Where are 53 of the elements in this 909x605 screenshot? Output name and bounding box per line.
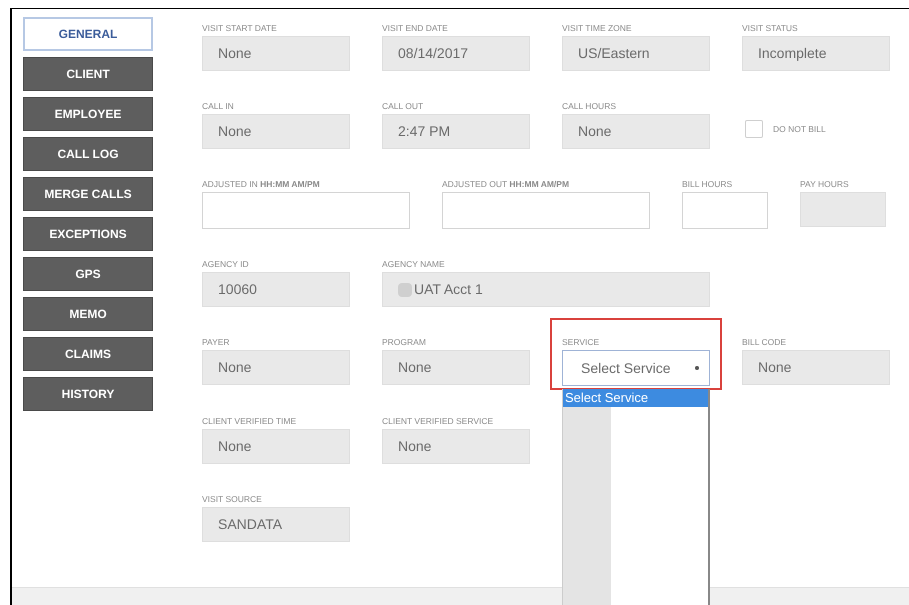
field-label: CALL OUT: [382, 101, 424, 113]
field-value: US/Eastern: [578, 44, 650, 63]
field-label: VISIT STATUS: [742, 23, 799, 35]
field-label: SERVICE: [562, 337, 600, 349]
field-value: SANDATA: [218, 515, 282, 534]
field-label: VISIT TIME ZONE: [562, 23, 633, 35]
field-label: BILL CODE: [742, 337, 788, 349]
field-label: CALL HOURS: [562, 101, 618, 113]
sidebar-tab[interactable]: GENERAL: [23, 17, 153, 51]
field-value: None: [218, 44, 252, 63]
field-label: ADJUSTED IN HH:MM AM/PM: [202, 179, 321, 191]
sidebar-tab[interactable]: GPS: [23, 257, 153, 291]
time-input-field[interactable]: [442, 192, 650, 229]
field-value: None: [218, 122, 252, 141]
sidebar-tab[interactable]: EXCEPTIONS: [23, 217, 153, 251]
field-label: ADJUSTED OUT HH:MM AM/PM: [442, 179, 570, 191]
service-dropdown[interactable]: Select Service: [562, 350, 710, 386]
field-label: PAY HOURS: [800, 179, 850, 191]
sidebar-tab[interactable]: MEMO: [23, 297, 153, 331]
field-value: None: [218, 437, 252, 456]
field-value: None: [578, 122, 612, 141]
sidebar-tab[interactable]: CALL LOG: [23, 137, 153, 171]
field-value: 10060: [218, 280, 257, 299]
field-label: AGENCY NAME: [382, 259, 446, 271]
field-label: VISIT START DATE: [202, 23, 278, 35]
sidebar-tab[interactable]: CLIENT: [23, 57, 153, 91]
field-label: VISIT END DATE: [382, 23, 449, 35]
field-label: CLIENT VERIFIED SERVICE: [382, 416, 494, 428]
field-label: BILL HOURS: [682, 179, 734, 191]
field-value: 08/14/2017: [398, 44, 468, 63]
time-input-field[interactable]: [682, 192, 768, 229]
sidebar-tab[interactable]: CLAIMS: [23, 337, 153, 371]
dropdown-option[interactable]: Select Service: [563, 389, 708, 407]
field-value: None: [398, 437, 432, 456]
field-value: None: [758, 358, 792, 377]
field-label: VISIT SOURCE: [202, 494, 263, 506]
field-label: CLIENT VERIFIED TIME: [202, 416, 298, 428]
field-value: 2:47 PM: [398, 122, 450, 141]
field-label: PAYER: [202, 337, 231, 349]
field-value: None: [218, 358, 252, 377]
field-value: UAT Acct 1: [414, 280, 483, 299]
sidebar-tab[interactable]: MERGE CALLS: [23, 177, 153, 211]
field-label: PROGRAM: [382, 337, 427, 349]
field-value: None: [398, 358, 432, 377]
field-label: AGENCY ID: [202, 259, 250, 271]
caret-icon: [695, 366, 699, 370]
sidebar-tab[interactable]: EMPLOYEE: [23, 97, 153, 131]
checkbox-label: DO NOT BILL: [773, 122, 826, 136]
field-label: CALL IN: [202, 101, 235, 113]
checkbox[interactable]: [745, 120, 763, 138]
time-input-field[interactable]: [202, 192, 410, 229]
field-value: Incomplete: [758, 44, 826, 63]
sidebar-tab[interactable]: HISTORY: [23, 377, 153, 411]
